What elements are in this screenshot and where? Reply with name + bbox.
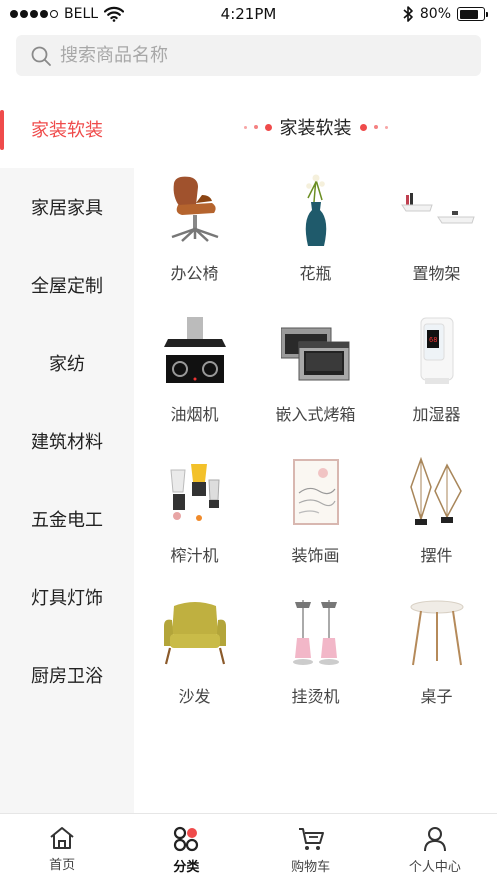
- category-sidebar: 家装软装 家居家具 全屋定制 家纺 建筑材料 五金电工 灯具灯饰 厨房卫浴: [0, 90, 134, 813]
- sidebar-item-custom-home[interactable]: 全屋定制: [0, 246, 134, 324]
- tab-label: 个人中心: [408, 860, 461, 875]
- home-icon: [50, 827, 74, 849]
- category-content: 家装软装 办公椅 花瓶 置物架 油烟机 嵌入式烤箱 68 加湿器 榨汁机 装饰画…: [134, 90, 497, 813]
- sidebar-item-label: 全屋定制: [31, 276, 103, 297]
- search-input[interactable]: [60, 45, 460, 66]
- product-item-oven[interactable]: 嵌入式烤箱: [255, 311, 376, 452]
- product-label: 榨汁机: [170, 546, 219, 565]
- sidebar-item-kitchen-bath[interactable]: 厨房卫浴: [0, 636, 134, 714]
- table-icon: [397, 593, 477, 673]
- tab-category[interactable]: 分类: [124, 814, 248, 883]
- product-item-vase[interactable]: 花瓶: [255, 170, 376, 311]
- product-label: 置物架: [412, 264, 461, 283]
- product-label: 摆件: [420, 546, 453, 565]
- status-left: BELL: [10, 6, 125, 22]
- humidifier-icon: 68: [397, 311, 477, 391]
- range-hood-icon: [155, 311, 235, 391]
- sofa-icon: [155, 593, 235, 673]
- category-icon: [174, 826, 199, 852]
- svg-text:68: 68: [429, 336, 437, 344]
- product-label: 嵌入式烤箱: [275, 405, 356, 424]
- product-label: 办公椅: [170, 264, 219, 283]
- battery-level: [459, 9, 478, 19]
- carrier-name: BELL: [64, 6, 99, 22]
- sidebar-item-label: 厨房卫浴: [31, 666, 103, 687]
- status-bar: BELL 4:21PM 80%: [0, 0, 497, 28]
- product-item-steamer[interactable]: 挂烫机: [255, 593, 376, 734]
- product-item-painting[interactable]: 装饰画: [255, 452, 376, 593]
- sidebar-item-building-materials[interactable]: 建筑材料: [0, 402, 134, 480]
- product-item-table[interactable]: 桌子: [376, 593, 497, 734]
- sidebar-item-label: 家居家具: [31, 198, 103, 219]
- sidebar-item-textiles[interactable]: 家纺: [0, 324, 134, 402]
- steamer-icon: [276, 593, 356, 673]
- search-icon: [31, 46, 51, 66]
- tab-cart[interactable]: 购物车: [249, 814, 373, 883]
- cart-icon: [298, 828, 324, 850]
- sidebar-item-label: 家纺: [49, 354, 85, 375]
- product-label: 桌子: [420, 687, 453, 706]
- tab-label: 购物车: [291, 860, 331, 875]
- status-right: 80%: [402, 5, 488, 23]
- product-label: 装饰画: [291, 546, 340, 565]
- sidebar-item-label: 灯具灯饰: [31, 588, 103, 609]
- bottom-tab-bar: 首页 分类 购物车 个人中心: [0, 813, 497, 883]
- product-item-shelf[interactable]: 置物架: [376, 170, 497, 311]
- painting-icon: [276, 452, 356, 532]
- product-item-office-chair[interactable]: 办公椅: [134, 170, 255, 311]
- wifi-icon: [104, 6, 125, 22]
- signal-strength-icon: [10, 10, 58, 18]
- user-icon: [423, 827, 446, 852]
- product-label: 加湿器: [412, 405, 461, 424]
- section-title: 家装软装: [279, 118, 352, 139]
- search-bar[interactable]: [16, 35, 481, 76]
- juicer-icon: [155, 452, 235, 532]
- sidebar-item-label: 五金电工: [31, 510, 103, 531]
- sidebar-item-furniture[interactable]: 家居家具: [0, 168, 134, 246]
- tab-home[interactable]: 首页: [0, 814, 124, 883]
- decor-dots-left: [243, 123, 272, 131]
- tab-profile[interactable]: 个人中心: [373, 814, 497, 883]
- battery-icon: [457, 7, 488, 21]
- tab-label: 首页: [49, 858, 76, 873]
- ornament-icon: [397, 452, 477, 532]
- product-item-humidifier[interactable]: 68 加湿器: [376, 311, 497, 452]
- sidebar-item-label: 建筑材料: [31, 432, 103, 453]
- product-label: 沙发: [178, 687, 211, 706]
- battery-percent: 80%: [419, 6, 451, 22]
- product-item-sofa[interactable]: 沙发: [134, 593, 255, 734]
- product-label: 油烟机: [170, 405, 219, 424]
- sidebar-item-hardware[interactable]: 五金电工: [0, 480, 134, 558]
- product-grid: 办公椅 花瓶 置物架 油烟机 嵌入式烤箱 68 加湿器 榨汁机 装饰画 摆件 沙…: [134, 170, 497, 734]
- product-label: 花瓶: [299, 264, 332, 283]
- product-label: 挂烫机: [291, 687, 340, 706]
- oven-icon: [276, 311, 356, 391]
- product-item-range-hood[interactable]: 油烟机: [134, 311, 255, 452]
- shelf-icon: [397, 170, 477, 250]
- sidebar-item-label: 家装软装: [31, 120, 103, 141]
- decor-dots-right: [359, 123, 388, 131]
- product-item-juicer[interactable]: 榨汁机: [134, 452, 255, 593]
- sidebar-item-home-decor[interactable]: 家装软装: [0, 90, 134, 168]
- sidebar-item-lighting[interactable]: 灯具灯饰: [0, 558, 134, 636]
- vase-icon: [276, 170, 356, 250]
- product-item-ornament[interactable]: 摆件: [376, 452, 497, 593]
- office-chair-icon: [155, 170, 235, 250]
- bluetooth-icon: [403, 6, 413, 22]
- section-header: 家装软装: [134, 114, 497, 140]
- tab-label: 分类: [173, 860, 200, 875]
